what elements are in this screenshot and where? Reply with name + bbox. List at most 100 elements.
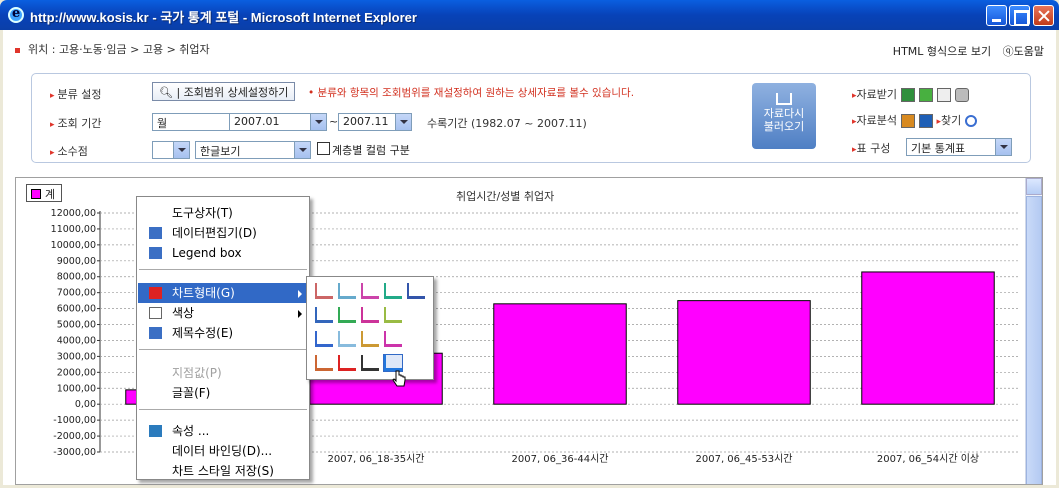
menu-item-7[interactable]: 글꼴(F) (138, 383, 308, 403)
chevron-down-icon (173, 142, 189, 158)
chart-icon[interactable] (919, 114, 934, 128)
horizontal-bar-chart-icon[interactable] (361, 331, 379, 347)
y-tick-label: 2000,00 (57, 367, 96, 378)
radar-chart-icon[interactable] (361, 283, 379, 299)
menu-separator (139, 269, 307, 270)
properties-icon (149, 425, 162, 437)
range-note: • 분류와 항목의 조회범위를 재설정하여 원하는 상세자료를 볼수 있습니다. (308, 87, 635, 99)
chart-legend[interactable]: 계 (26, 184, 63, 202)
period-row: ▸ 조회 기간 (50, 115, 140, 131)
y-tick-label: -2000,00 (53, 431, 96, 442)
y-tick-label: 11000,00 (51, 224, 96, 235)
clipboard-icon[interactable] (937, 88, 952, 102)
bar (493, 303, 627, 405)
scatter-chart-icon[interactable] (315, 307, 333, 323)
bar (861, 271, 995, 405)
menu-item-label: 차트형태(G) (172, 286, 235, 300)
category-label: 분류 설정 (57, 88, 102, 101)
view-select[interactable]: 한글보기 (195, 141, 311, 159)
chevron-down-icon (395, 114, 411, 130)
find-label[interactable]: 찾기 (941, 114, 961, 127)
end-date-select[interactable]: 2007.11 (338, 113, 412, 131)
analysis-row: ▸자료분석 ▸찾기 (852, 112, 978, 128)
3d-chart-icon[interactable] (407, 283, 425, 299)
table-row: ▸표 구성 (852, 140, 890, 156)
menu-item-1[interactable]: 데이터편집기(D) (138, 223, 308, 243)
bar-chart-icon[interactable] (338, 355, 356, 371)
menu-item-5[interactable]: 제목수정(E) (138, 323, 308, 343)
category-row: ▸ 분류 설정 (50, 86, 140, 102)
close-button[interactable] (1033, 5, 1054, 26)
menu-item-8[interactable]: 속성 ... (138, 421, 308, 441)
menu-item-label: 색상 (172, 306, 195, 320)
vertical-scrollbar[interactable] (1025, 178, 1042, 484)
start-date-select[interactable]: 2007.01 (229, 113, 327, 131)
excel-icon[interactable] (901, 88, 916, 102)
menu-item-10[interactable]: 차트 스타일 저장(S) (138, 461, 308, 481)
menu-item-label: 데이터편집기(D) (172, 226, 257, 240)
menu-item-label: 도구상자(T) (172, 206, 233, 220)
bubble-chart-icon[interactable] (384, 331, 402, 347)
title-edit-icon (149, 327, 162, 339)
pyramid-chart-icon[interactable] (338, 307, 356, 323)
submenu-arrow-icon (298, 310, 302, 318)
decimal-select[interactable] (152, 141, 190, 159)
minimize-button[interactable] (986, 5, 1007, 26)
menu-item-4[interactable]: 색상 (138, 303, 308, 323)
help-link[interactable]: ⓠ도움말 (1003, 45, 1044, 58)
filter-panel: ▸ 분류 설정 🔍︎ | 조회범위 상세설정하기 • 분류와 항목의 조회범위를 … (31, 73, 1031, 163)
arrow-icon: ▸ (50, 91, 55, 101)
legend-icon (149, 247, 162, 259)
y-tick-label: 4000,00 (57, 335, 96, 346)
decimal-row: ▸ 소수점 (50, 143, 140, 159)
reload-button[interactable]: 자료다시 불러오기 (752, 83, 816, 149)
period-label: 조회 기간 (57, 117, 102, 130)
analysis-icon[interactable] (901, 114, 916, 128)
y-tick-label: 0,00 (75, 399, 96, 410)
end-date-value: 2007.11 (343, 115, 389, 128)
line-chart-2-icon[interactable] (338, 331, 356, 347)
print-icon[interactable] (955, 88, 970, 102)
breadcrumb-text: 위치 : 고용·노동·임금 > 고용 > 취업자 (28, 43, 210, 56)
area-3d-chart-icon[interactable] (361, 307, 379, 323)
x-tick-label: 2007, 06_18-35시간 (328, 453, 425, 465)
legend-label: 계 (45, 188, 56, 201)
checkbox-icon (149, 307, 162, 319)
scroll-thumb[interactable] (1026, 196, 1042, 484)
area-stack-chart-icon[interactable] (315, 355, 333, 371)
pie-chart-icon[interactable] (361, 355, 379, 371)
help-label: 도움말 (1013, 45, 1044, 58)
start-date-value: 2007.01 (234, 115, 280, 128)
ie-icon (8, 6, 24, 23)
bar-line-chart-icon[interactable] (315, 331, 333, 347)
maximize-button[interactable] (1009, 5, 1030, 26)
x-tick-label: 2007, 06_36-44시간 (512, 453, 609, 465)
area-chart-icon[interactable] (338, 283, 356, 299)
menu-item-label: 지점값(P) (172, 366, 222, 380)
y-tick-label: 5000,00 (57, 320, 96, 331)
html-view-link[interactable]: HTML 형식으로 보기 (893, 45, 991, 58)
line-chart-icon[interactable] (315, 283, 333, 299)
scroll-up-icon[interactable] (1026, 178, 1042, 195)
chevron-down-icon (995, 139, 1011, 155)
menu-item-0[interactable]: 도구상자(T) (138, 203, 308, 223)
menu-item-label: Legend box (172, 246, 242, 260)
excel-2-icon[interactable] (919, 88, 934, 102)
y-tick-label: -1000,00 (53, 415, 96, 426)
search-icon[interactable] (965, 115, 978, 127)
step-chart-icon[interactable] (384, 307, 402, 323)
menu-item-label: 제목수정(E) (172, 326, 234, 340)
column-split-checkbox[interactable] (317, 142, 330, 155)
menu-item-2[interactable]: Legend box (138, 243, 308, 263)
bar-chart-icon (149, 287, 162, 299)
view-value: 한글보기 (200, 145, 241, 158)
menu-item-3[interactable]: 차트형태(G) (138, 283, 308, 303)
mixed-chart-icon[interactable] (384, 283, 402, 299)
range-detail-button[interactable]: 🔍︎ | 조회범위 상세설정하기 (152, 82, 296, 101)
table-select[interactable]: 기본 통계표 (906, 138, 1012, 156)
menu-item-6[interactable]: 지점값(P) (138, 363, 308, 383)
y-tick-label: 9000,00 (57, 256, 96, 267)
chevron-down-icon (310, 114, 326, 130)
chevron-down-icon (294, 142, 310, 158)
menu-item-9[interactable]: 데이터 바인딩(D)... (138, 441, 308, 461)
